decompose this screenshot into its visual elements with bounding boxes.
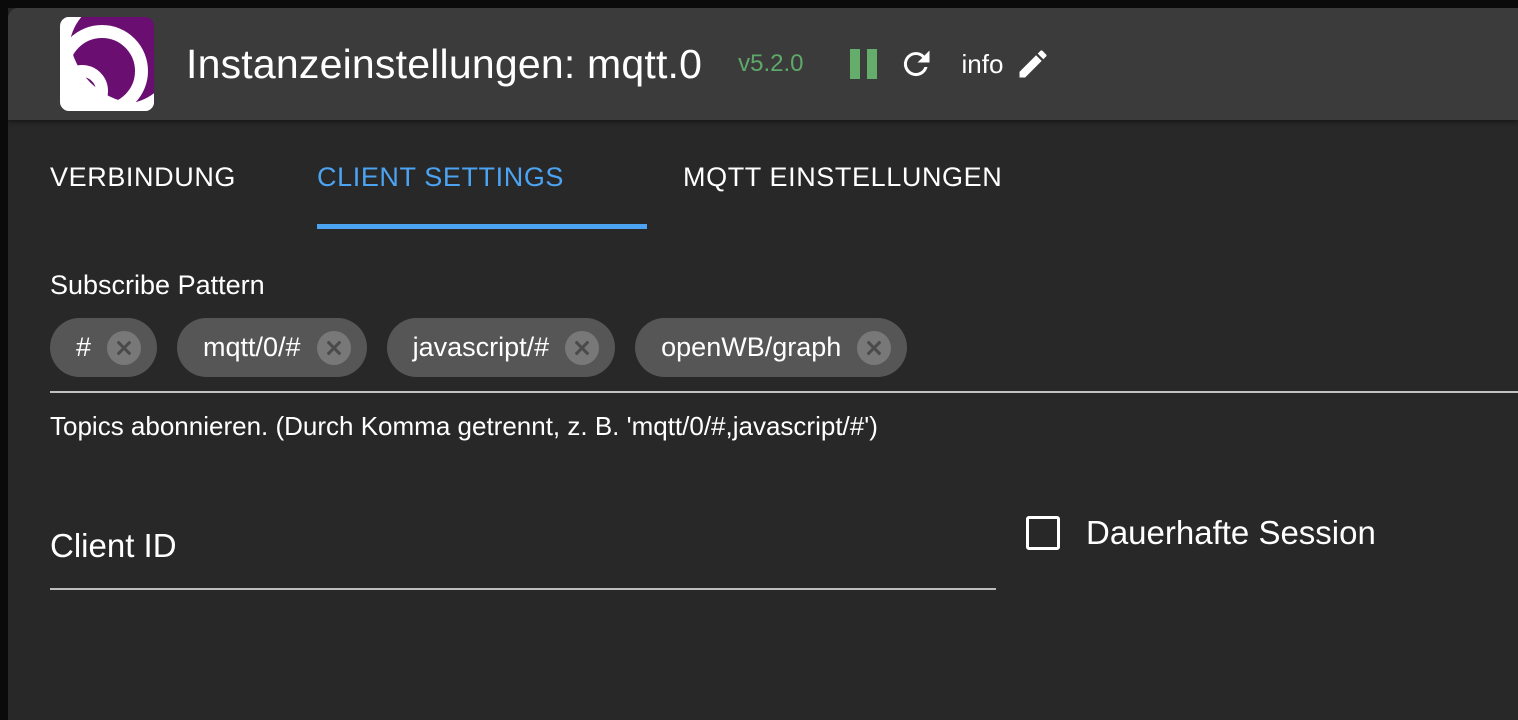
- chip-delete-icon[interactable]: [565, 330, 600, 365]
- iobroker-logo-icon: [60, 17, 154, 111]
- subscribe-pattern-input[interactable]: # mqtt/0/# javascript/# openWB/graph: [50, 318, 1518, 393]
- info-button[interactable]: info: [962, 49, 1004, 80]
- persistent-session-field[interactable]: Dauerhafte Session: [1026, 514, 1376, 552]
- app-header: Instanzeinstellungen: mqtt.0 v5.2.0 info: [8, 8, 1518, 120]
- refresh-icon: [903, 50, 930, 77]
- persistent-session-checkbox[interactable]: [1026, 516, 1060, 550]
- pause-icon: [850, 49, 878, 79]
- reload-button[interactable]: [890, 38, 942, 90]
- chip-label: #: [76, 332, 92, 362]
- page-title: Instanzeinstellungen: mqtt.0: [186, 40, 703, 87]
- client-id-underline: [50, 588, 996, 590]
- tab-underline: [50, 224, 240, 229]
- instance-settings-window: Instanzeinstellungen: mqtt.0 v5.2.0 info…: [8, 0, 1518, 720]
- persistent-session-label: Dauerhafte Session: [1086, 514, 1376, 551]
- version-label: v5.2.0: [738, 50, 804, 77]
- chip-delete-icon[interactable]: [857, 330, 892, 365]
- chip-delete-icon[interactable]: [316, 330, 351, 365]
- pencil-icon: [1019, 50, 1047, 78]
- window-top-edge: [0, 0, 1518, 8]
- edit-button[interactable]: [1007, 38, 1059, 90]
- tab-active-underline: [317, 224, 647, 229]
- pause-button[interactable]: [838, 38, 890, 90]
- tab-underline: [683, 224, 1023, 229]
- settings-form: Subscribe Pattern # mqtt/0/# javascript/…: [8, 236, 1518, 720]
- chip-label: mqtt/0/#: [203, 332, 301, 362]
- chip-label: openWB/graph: [661, 332, 842, 362]
- tab-label: VERBINDUNG: [50, 162, 237, 192]
- chip-subscribe-pattern[interactable]: openWB/graph: [635, 318, 908, 377]
- window-left-edge: [0, 0, 8, 720]
- tab-client-settings[interactable]: CLIENT SETTINGS: [317, 128, 647, 236]
- chip-subscribe-pattern[interactable]: #: [50, 318, 158, 377]
- client-id-field[interactable]: Client ID: [50, 526, 996, 590]
- subscribe-pattern-field: Subscribe Pattern # mqtt/0/# javascript/…: [50, 270, 1518, 442]
- tab-label: MQTT EINSTELLUNGEN: [683, 162, 1003, 192]
- chip-subscribe-pattern[interactable]: mqtt/0/#: [177, 318, 367, 377]
- client-id-label: Client ID: [50, 527, 177, 564]
- chip-label: javascript/#: [412, 332, 550, 362]
- header-actions: info: [838, 38, 1060, 90]
- tab-label: CLIENT SETTINGS: [317, 162, 565, 192]
- tab-verbindung[interactable]: VERBINDUNG: [50, 128, 240, 236]
- subscribe-pattern-helper-text: Topics abonnieren. (Durch Komma getrennt…: [50, 411, 878, 441]
- chip-subscribe-pattern[interactable]: javascript/#: [386, 318, 616, 377]
- subscribe-pattern-label: Subscribe Pattern: [50, 270, 265, 300]
- chip-delete-icon[interactable]: [107, 330, 142, 365]
- tab-mqtt-einstellungen[interactable]: MQTT EINSTELLUNGEN: [683, 128, 1023, 236]
- tab-bar: VERBINDUNG CLIENT SETTINGS MQTT EINSTELL…: [8, 128, 1518, 236]
